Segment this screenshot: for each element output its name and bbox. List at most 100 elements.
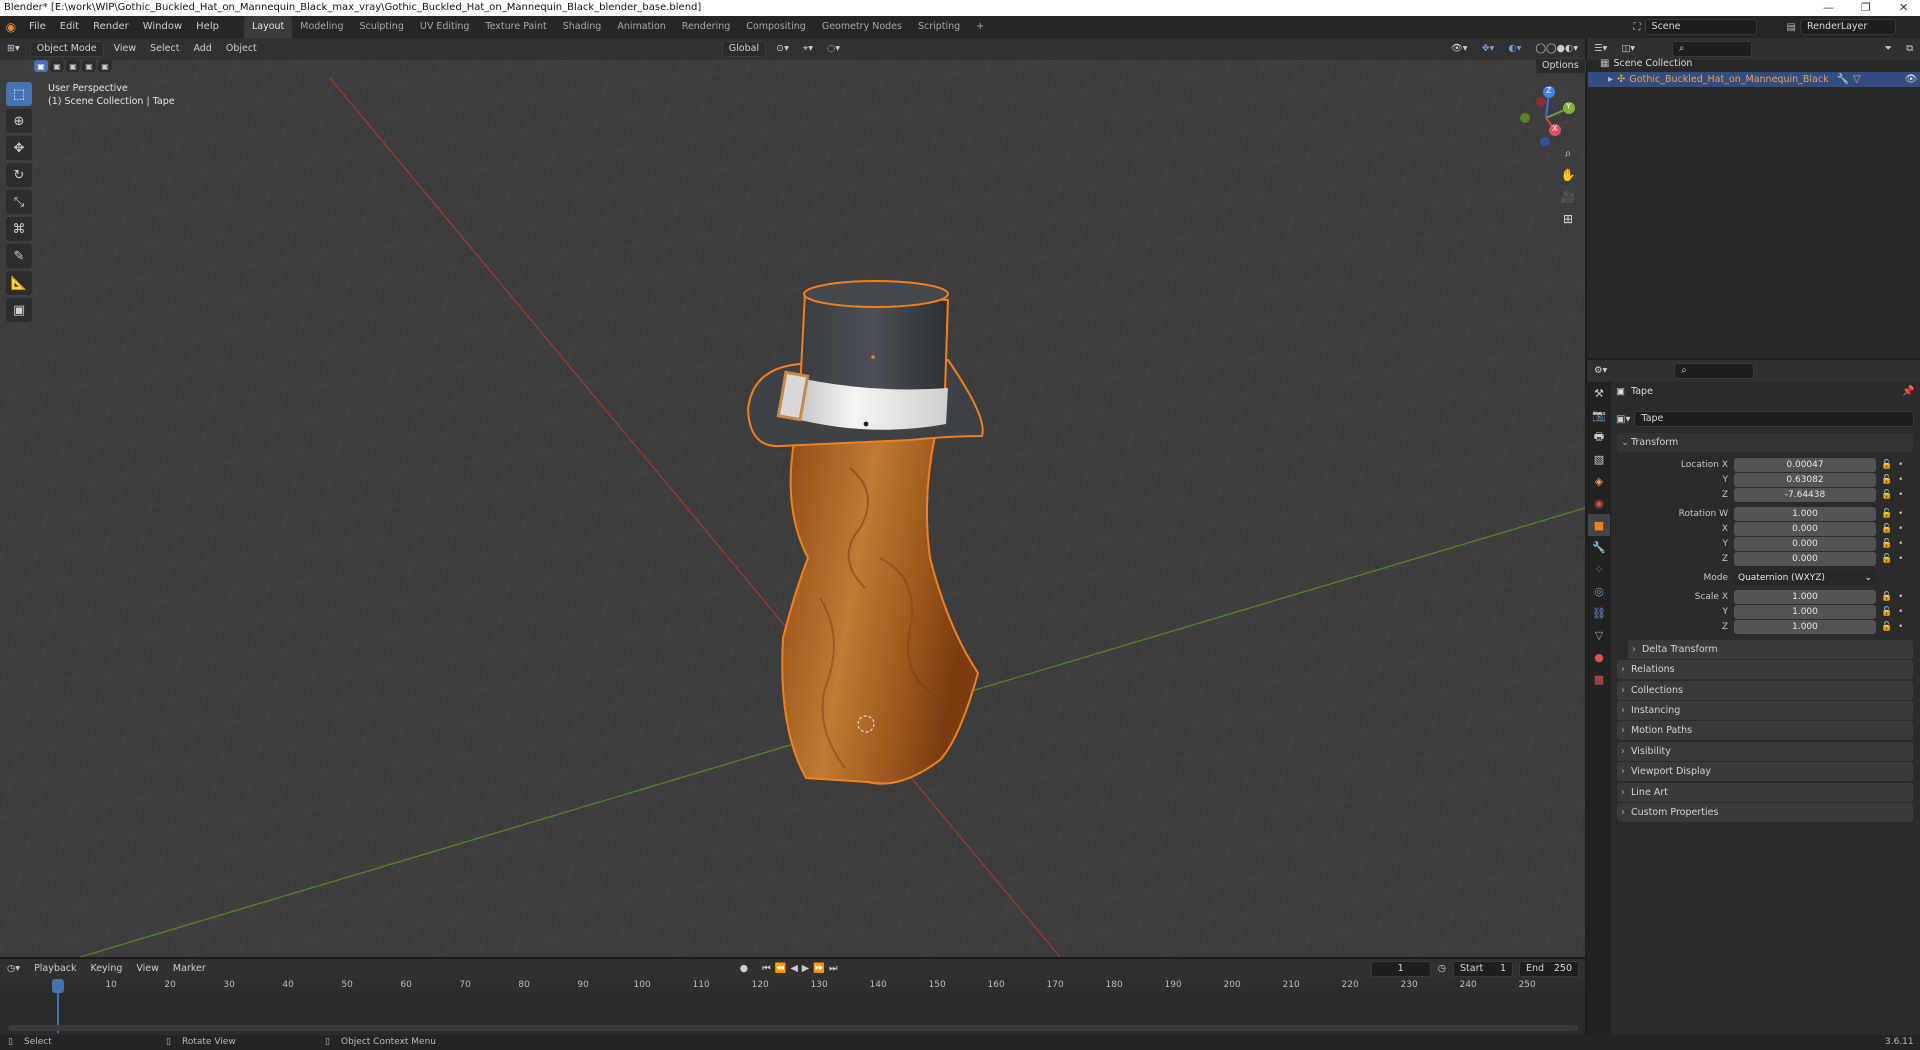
clock-icon[interactable]: ◷ — [1431, 958, 1453, 980]
lock-icon[interactable]: 🔓 — [1881, 590, 1892, 604]
select-subtract-icon[interactable]: ▣ — [66, 60, 80, 72]
jump-end-icon[interactable]: ⏭ — [829, 963, 842, 974]
lock-icon[interactable]: 🔓 — [1881, 605, 1892, 619]
keyframe-dot-icon[interactable]: • — [1898, 458, 1903, 472]
keyframe-dot-icon[interactable]: • — [1898, 537, 1903, 551]
lock-icon[interactable]: 🔓 — [1881, 537, 1892, 551]
annotate-icon[interactable]: ✎ — [6, 244, 32, 268]
tab-uv-editing[interactable]: UV Editing — [412, 16, 478, 38]
material-tab-icon[interactable]: ● — [1588, 646, 1610, 668]
outliner-row-object[interactable]: ▸ ✣ Gothic_Buckled_Hat_on_Mannequin_Blac… — [1588, 72, 1920, 87]
object-name-field[interactable]: Tape — [1634, 411, 1914, 427]
lock-icon[interactable]: 🔓 — [1881, 507, 1892, 521]
texture-tab-icon[interactable]: ▩ — [1588, 668, 1610, 690]
camera-icon[interactable]: 🎥 — [1557, 186, 1579, 208]
menu-file[interactable]: File — [22, 16, 53, 38]
timeline-ruler[interactable]: 1102030405060708090100110120130140150160… — [0, 979, 1585, 993]
select-box-icon[interactable]: ⬚ — [6, 82, 32, 106]
rotation-w-field[interactable]: 1.000 — [1734, 507, 1876, 521]
instancing-panel[interactable]: › Instancing — [1617, 701, 1913, 720]
select-invert-icon[interactable]: ▣ — [82, 60, 96, 72]
record-icon[interactable]: ● — [733, 958, 755, 980]
custom-properties-panel[interactable]: › Custom Properties — [1617, 803, 1913, 822]
orientation-selector[interactable]: Global — [721, 41, 767, 57]
render-layer-selector[interactable]: RenderLayer — [1800, 19, 1896, 35]
visibility-icon[interactable]: 👁▾ — [1444, 38, 1475, 60]
location-x-field[interactable]: 0.00047 — [1734, 458, 1876, 472]
tab-animation[interactable]: Animation — [609, 16, 673, 38]
menu-help[interactable]: Help — [189, 16, 226, 38]
maximize-icon[interactable]: ❐ — [1861, 0, 1871, 16]
rotation-mode-dropdown[interactable]: Quaternion (WXYZ) ⌄ — [1734, 571, 1876, 585]
filter-icon[interactable]: ⏷ — [1878, 38, 1900, 60]
rotate-icon[interactable]: ↻ — [6, 163, 32, 187]
playback-menu[interactable]: Playback — [27, 958, 83, 980]
select-new-icon[interactable]: ▣ — [34, 60, 48, 72]
blender-logo-icon[interactable]: ◉ — [0, 20, 22, 34]
properties-editor-icon[interactable]: ⚙▾ — [1587, 360, 1614, 382]
prev-keyframe-icon[interactable]: ⏪ — [775, 963, 791, 974]
lock-icon[interactable]: 🔓 — [1881, 620, 1892, 634]
relations-panel[interactable]: › Relations — [1617, 660, 1913, 679]
lock-icon[interactable]: 🔓 — [1881, 522, 1892, 536]
3d-viewport[interactable] — [0, 38, 1585, 957]
tab-layout[interactable]: Layout — [243, 16, 293, 38]
shading-modes-icon[interactable]: ◯◯●◐▾ — [1528, 38, 1585, 60]
location-y-field[interactable]: 0.63082 — [1734, 473, 1876, 487]
marker-menu[interactable]: Marker — [166, 958, 213, 980]
add-workspace-button[interactable]: + — [968, 16, 992, 38]
rotation-z-field[interactable]: 0.000 — [1734, 552, 1876, 566]
motion-paths-panel[interactable]: › Motion Paths — [1617, 721, 1913, 740]
move-icon[interactable]: ✥ — [6, 136, 32, 160]
lock-icon[interactable]: 🔓 — [1881, 458, 1892, 472]
options-button[interactable]: Options — [1535, 58, 1586, 74]
play-reverse-icon[interactable]: ◀ — [790, 963, 801, 974]
physics-tab-icon[interactable]: ◎ — [1588, 580, 1610, 602]
timeline-editor-icon[interactable]: ◷▾ — [0, 958, 27, 980]
proportional-icon[interactable]: ◌▾ — [820, 38, 847, 60]
expand-arrow-icon[interactable]: ▸ — [1608, 74, 1613, 85]
lock-icon[interactable]: 🔓 — [1881, 473, 1892, 487]
scale-y-field[interactable]: 1.000 — [1734, 605, 1876, 619]
end-frame-field[interactable]: End 250 — [1519, 961, 1579, 977]
start-frame-field[interactable]: Start 1 — [1453, 961, 1513, 977]
select-intersect-icon[interactable]: ▣ — [98, 60, 112, 72]
transform-panel-header[interactable]: ⌄ Transform — [1617, 433, 1913, 452]
tab-modeling[interactable]: Modeling — [292, 16, 351, 38]
viewport-display-panel[interactable]: › Viewport Display — [1617, 762, 1913, 781]
zoom-icon[interactable]: ⌕ — [1557, 142, 1579, 164]
data-tab-icon[interactable]: ▽ — [1588, 624, 1610, 646]
pin-icon[interactable]: 📌 — [1902, 386, 1914, 397]
add-menu[interactable]: Add — [186, 38, 218, 60]
editor-type-icon[interactable]: ⊞▾ — [0, 38, 27, 60]
select-extend-icon[interactable]: ▣ — [50, 60, 64, 72]
playhead[interactable] — [52, 979, 64, 993]
menu-render[interactable]: Render — [86, 16, 136, 38]
collections-panel[interactable]: › Collections — [1617, 681, 1913, 700]
keyframe-dot-icon[interactable]: • — [1898, 507, 1903, 521]
keying-menu[interactable]: Keying — [83, 958, 129, 980]
lock-icon[interactable]: 🔓 — [1881, 552, 1892, 566]
navigation-gizmo[interactable]: Z Y X — [1515, 84, 1577, 147]
keyframe-dot-icon[interactable]: • — [1898, 620, 1903, 634]
object-menu[interactable]: Object — [219, 38, 264, 60]
tab-rendering[interactable]: Rendering — [674, 16, 739, 38]
display-mode-icon[interactable]: ◫▾ — [1614, 38, 1642, 60]
overlay-icon[interactable]: ◐▾ — [1501, 38, 1528, 60]
render-tab-icon[interactable]: 📷 — [1588, 404, 1610, 426]
gizmo-icon[interactable]: ✥▾ — [1475, 38, 1502, 60]
view-menu[interactable]: View — [107, 38, 144, 60]
tab-sculpting[interactable]: Sculpting — [351, 16, 411, 38]
outliner-search-input[interactable]: ⌕ — [1672, 41, 1753, 57]
jump-start-icon[interactable]: ⏮ — [762, 963, 775, 974]
outliner-editor-icon[interactable]: ☰▾ — [1587, 38, 1614, 60]
measure-icon[interactable]: 📐 — [6, 271, 32, 295]
scene-selector[interactable]: Scene — [1644, 19, 1757, 35]
select-menu[interactable]: Select — [143, 38, 186, 60]
close-icon[interactable]: ✕ — [1899, 0, 1908, 16]
minimize-icon[interactable]: — — [1823, 0, 1834, 16]
keyframe-dot-icon[interactable]: • — [1898, 605, 1903, 619]
mode-selector[interactable]: Object Mode — [29, 41, 104, 57]
tab-texture-paint[interactable]: Texture Paint — [477, 16, 554, 38]
particles-tab-icon[interactable]: ⁘ — [1588, 558, 1610, 580]
